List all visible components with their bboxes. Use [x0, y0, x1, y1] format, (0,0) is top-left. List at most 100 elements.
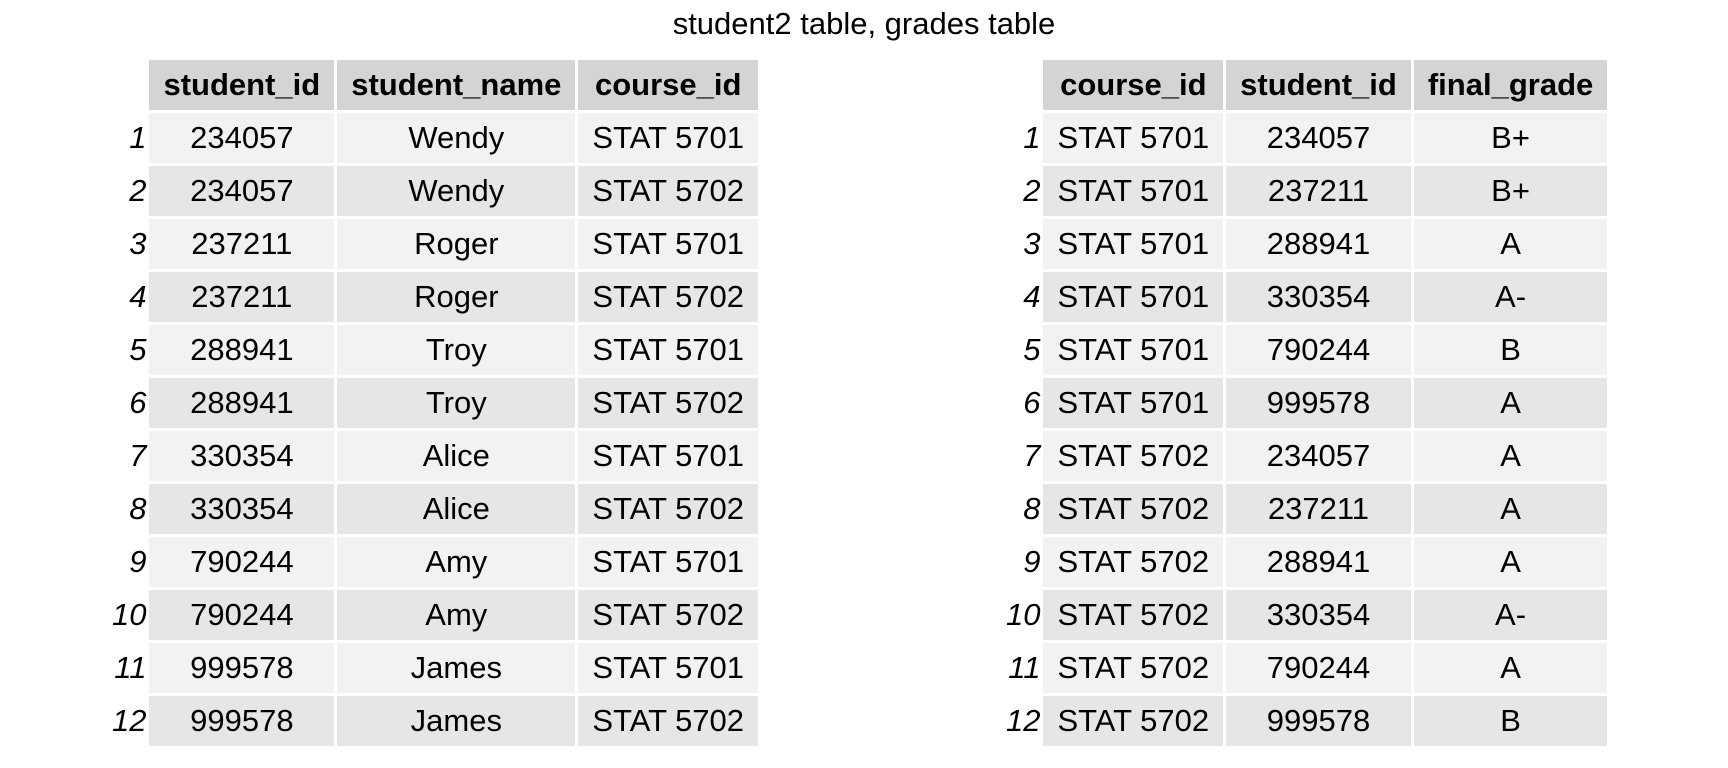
- column-header-student-id: student_id: [1226, 60, 1411, 110]
- row-index: 4: [1023, 279, 1041, 314]
- column-header-final-grade: final_grade: [1413, 60, 1608, 110]
- page-title: student2 table, grades table: [672, 6, 1056, 41]
- cell-student-id: 234057: [1226, 431, 1411, 481]
- cell-student-id: 234057: [149, 166, 335, 216]
- cell-course-id: STAT 5702: [578, 696, 759, 746]
- cell-final-grade: A: [1413, 484, 1608, 534]
- cell-student-id: 234057: [1226, 113, 1411, 163]
- cell-final-grade: A: [1413, 537, 1608, 587]
- cell-course-id: STAT 5701: [1043, 219, 1224, 269]
- table-row: 11 999578 James STAT 5701: [106, 643, 759, 693]
- cell-student-name: Roger: [337, 219, 576, 269]
- cell-course-id: STAT 5702: [1043, 643, 1224, 693]
- cell-course-id: STAT 5702: [578, 272, 759, 322]
- student2-table-body: 1 234057 Wendy STAT 5701 2 234057 Wendy STAT 57…: [106, 113, 759, 746]
- cell-final-grade: A: [1413, 431, 1608, 481]
- row-index: 5: [129, 332, 147, 367]
- row-index: 3: [1023, 226, 1041, 261]
- grades-table: course_id student_id final_grade 1 STAT 570…: [997, 57, 1610, 749]
- cell-student-id: 790244: [149, 590, 335, 640]
- cell-student-name: James: [337, 696, 576, 746]
- cell-student-id: 999578: [1226, 378, 1411, 428]
- row-index: 2: [129, 173, 147, 208]
- cell-final-grade: A: [1413, 219, 1608, 269]
- cell-course-id: STAT 5702: [578, 166, 759, 216]
- cell-course-id: STAT 5702: [1043, 484, 1224, 534]
- column-header-course-id: course_id: [578, 60, 759, 110]
- row-index: 9: [129, 544, 147, 579]
- student2-table: student_id student_name course_id 1 234057 W…: [103, 57, 761, 749]
- cell-course-id: STAT 5702: [1043, 696, 1224, 746]
- table-row: 6 288941 Troy STAT 5702: [106, 378, 759, 428]
- cell-student-name: Roger: [337, 272, 576, 322]
- row-index: 12: [1006, 703, 1041, 738]
- table-row: 1 STAT 5701 234057 B+: [1000, 113, 1608, 163]
- cell-student-id: 330354: [1226, 272, 1411, 322]
- cell-student-name: Amy: [337, 590, 576, 640]
- table-row: 4 237211 Roger STAT 5702: [106, 272, 759, 322]
- cell-final-grade: B: [1413, 325, 1608, 375]
- row-index: 5: [1023, 332, 1041, 367]
- grades-table-body: 1 STAT 5701 234057 B+ 2 STAT 5701 237211 B+ 3 STA…: [1000, 113, 1608, 746]
- row-index: 1: [129, 120, 147, 155]
- grades-table-header: course_id student_id final_grade: [1000, 60, 1608, 110]
- row-index: 6: [129, 385, 147, 420]
- cell-course-id: STAT 5702: [578, 484, 759, 534]
- cell-student-id: 330354: [149, 431, 335, 481]
- cell-course-id: STAT 5702: [1043, 590, 1224, 640]
- cell-student-name: Wendy: [337, 166, 576, 216]
- cell-student-id: 330354: [1226, 590, 1411, 640]
- cell-student-id: 237211: [1226, 484, 1411, 534]
- table-row: 4 STAT 5701 330354 A-: [1000, 272, 1608, 322]
- row-index: 8: [129, 491, 147, 526]
- table-row: 10 STAT 5702 330354 A-: [1000, 590, 1608, 640]
- cell-student-id: 237211: [149, 272, 335, 322]
- cell-student-name: Troy: [337, 378, 576, 428]
- cell-final-grade: A: [1413, 378, 1608, 428]
- table-row: 12 STAT 5702 999578 B: [1000, 696, 1608, 746]
- header-row: student_id student_name course_id: [106, 60, 759, 110]
- table-row: 7 330354 Alice STAT 5701: [106, 431, 759, 481]
- table-row: 7 STAT 5702 234057 A: [1000, 431, 1608, 481]
- table-row: 2 STAT 5701 237211 B+: [1000, 166, 1608, 216]
- table-row: 2 234057 Wendy STAT 5702: [106, 166, 759, 216]
- cell-student-id: 790244: [1226, 643, 1411, 693]
- cell-student-id: 999578: [1226, 696, 1411, 746]
- table-row: 5 STAT 5701 790244 B: [1000, 325, 1608, 375]
- table-row: 11 STAT 5702 790244 A: [1000, 643, 1608, 693]
- cell-final-grade: A-: [1413, 272, 1608, 322]
- student2-table-header: student_id student_name course_id: [106, 60, 759, 110]
- cell-student-id: 234057: [149, 113, 335, 163]
- cell-student-name: Troy: [337, 325, 576, 375]
- cell-student-id: 288941: [1226, 537, 1411, 587]
- cell-course-id: STAT 5701: [578, 537, 759, 587]
- cell-course-id: STAT 5701: [1043, 272, 1224, 322]
- row-index: 8: [1023, 491, 1041, 526]
- cell-course-id: STAT 5701: [1043, 325, 1224, 375]
- cell-course-id: STAT 5701: [578, 643, 759, 693]
- row-index: 3: [129, 226, 147, 261]
- row-index: 2: [1023, 173, 1041, 208]
- cell-student-id: 288941: [149, 325, 335, 375]
- cell-final-grade: B: [1413, 696, 1608, 746]
- cell-course-id: STAT 5701: [1043, 166, 1224, 216]
- row-index: 11: [114, 650, 147, 685]
- cell-student-id: 237211: [149, 219, 335, 269]
- table-row: 1 234057 Wendy STAT 5701: [106, 113, 759, 163]
- column-header-course-id: course_id: [1043, 60, 1224, 110]
- corner-cell: [1000, 60, 1040, 110]
- header-row: course_id student_id final_grade: [1000, 60, 1608, 110]
- cell-student-name: Amy: [337, 537, 576, 587]
- cell-student-name: Alice: [337, 484, 576, 534]
- corner-cell: [106, 60, 146, 110]
- row-index: 6: [1023, 385, 1041, 420]
- table-row: 6 STAT 5701 999578 A: [1000, 378, 1608, 428]
- column-header-student-name: student_name: [337, 60, 576, 110]
- cell-course-id: STAT 5702: [578, 378, 759, 428]
- table-row: 8 STAT 5702 237211 A: [1000, 484, 1608, 534]
- table-row: 12 999578 James STAT 5702: [106, 696, 759, 746]
- table-row: 10 790244 Amy STAT 5702: [106, 590, 759, 640]
- cell-student-name: Wendy: [337, 113, 576, 163]
- cell-final-grade: A-: [1413, 590, 1608, 640]
- row-index: 7: [129, 438, 147, 473]
